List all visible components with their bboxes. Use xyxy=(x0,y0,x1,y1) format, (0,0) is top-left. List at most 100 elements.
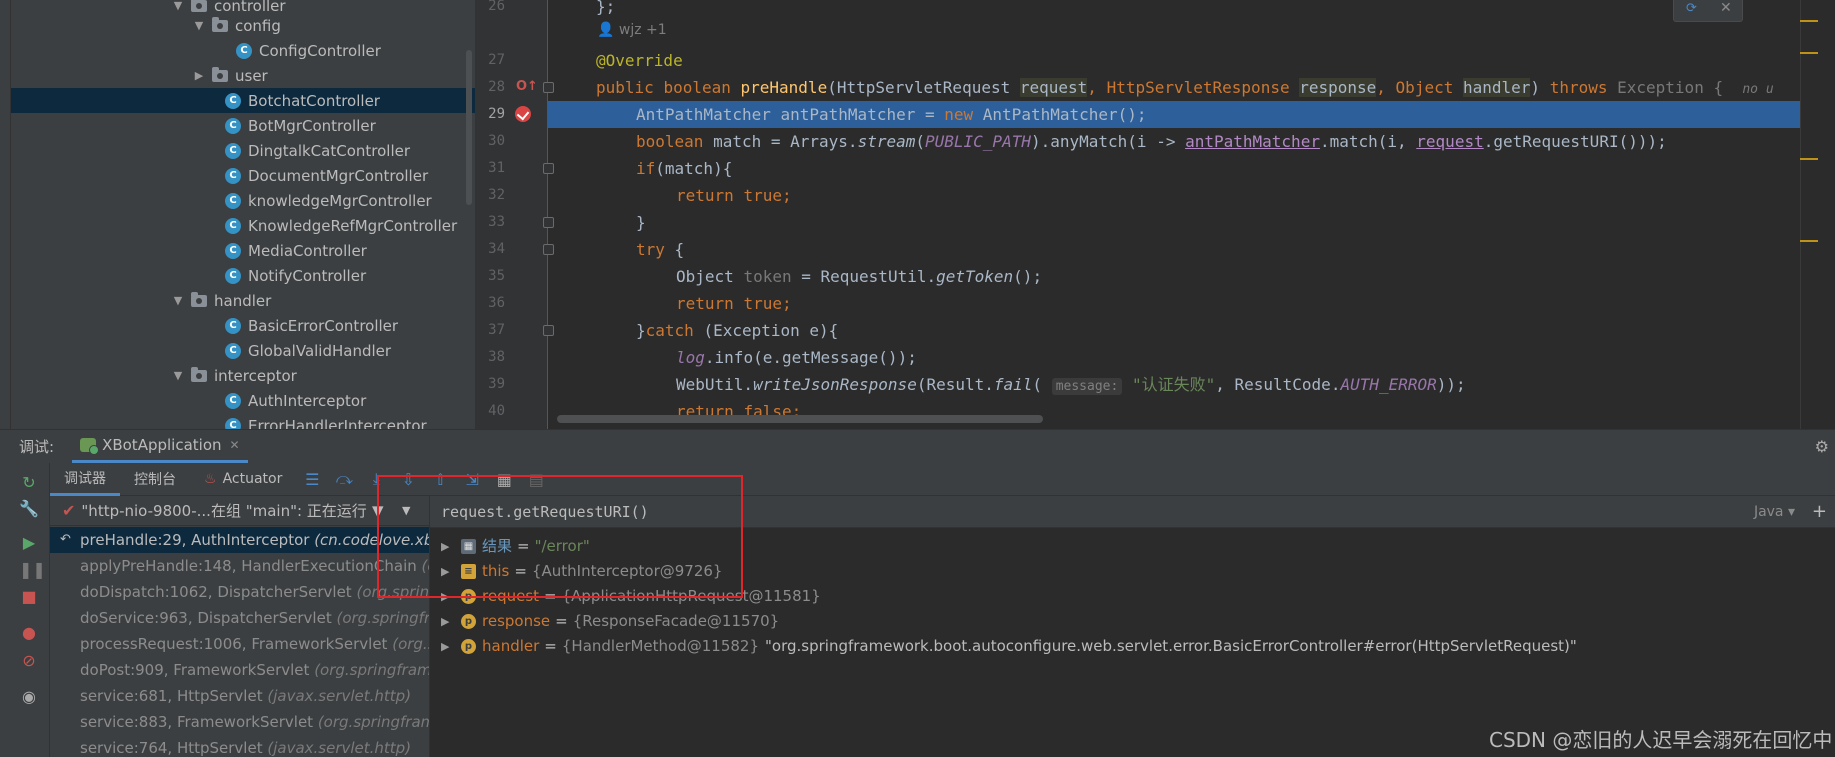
tree-item-knowledgerefmgrcontroller[interactable]: C KnowledgeRefMgrController xyxy=(11,213,475,238)
tree-item-dingtalkcatcontroller[interactable]: C DingtalkCatController xyxy=(11,138,475,163)
rerun-icon[interactable]: ↻ xyxy=(19,473,39,493)
override-marker-icon[interactable]: O↑ xyxy=(516,79,538,94)
tab-actuator[interactable]: ♨ Actuator xyxy=(190,463,296,496)
stack-frame[interactable]: applyPreHandle:148, HandlerExecutionChai… xyxy=(50,553,429,579)
warning-marker[interactable] xyxy=(1800,52,1818,54)
gear-icon[interactable]: ⚙ xyxy=(1815,437,1829,456)
tree-item-label: knowledgeMgrController xyxy=(248,191,432,210)
code-text: , Object xyxy=(1376,78,1463,97)
code-text: .info(e.getMessage()); xyxy=(704,348,917,367)
tree-scrollbar[interactable] xyxy=(466,50,472,205)
mute-breakpoints-icon[interactable]: ⊘ xyxy=(19,651,39,671)
code-text: Exception { xyxy=(1617,78,1724,97)
tree-item-documentmgrcontroller[interactable]: C DocumentMgrController xyxy=(11,163,475,188)
project-tree-panel: ▼ controller ▼ config C ConfigController… xyxy=(0,0,475,429)
resume-icon[interactable]: ▶ xyxy=(19,533,39,553)
breakpoint-icon[interactable] xyxy=(515,106,531,122)
code-text: return xyxy=(676,294,744,313)
line-number: 32 xyxy=(488,187,505,203)
code-text: boolean xyxy=(636,132,714,151)
chevron-right-icon[interactable]: ▶ xyxy=(441,634,453,659)
stack-frame[interactable]: doService:963, DispatcherServlet (org.sp… xyxy=(50,605,430,631)
code-text: AntPathMatcher antPathMatcher = xyxy=(636,105,945,124)
tree-item-globalvalidhandler[interactable]: C GlobalValidHandler xyxy=(11,338,475,363)
close-icon[interactable]: ✕ xyxy=(1720,0,1732,16)
stack-frame[interactable]: service:883, FrameworkServlet (org.sprin… xyxy=(50,709,429,735)
tree-item-configcontroller[interactable]: C ConfigController xyxy=(11,38,475,63)
folder-icon xyxy=(212,66,228,82)
code-line-37: }catch (Exception e){ xyxy=(548,317,1800,344)
warning-marker[interactable] xyxy=(1800,158,1818,160)
code-text: antPathMatcher xyxy=(1185,132,1320,151)
class-icon: C xyxy=(225,192,241,209)
wrench-icon[interactable]: 🔧 xyxy=(19,499,39,519)
frame-package: (org.springfra xyxy=(336,609,430,627)
tree-item-label: DocumentMgrController xyxy=(248,166,429,185)
variable-row-handler[interactable]: ▶ p handler = {HandlerMethod@11582} "org… xyxy=(430,634,1835,659)
tree-item-label: DingtalkCatController xyxy=(248,141,411,160)
tree-item-interceptor[interactable]: ▼ interceptor xyxy=(11,363,475,388)
stack-frame[interactable]: doPost:909, FrameworkServlet (org.spring… xyxy=(50,657,429,683)
code-text: AntPathMatcher(); xyxy=(982,105,1147,124)
add-watch-button[interactable]: + xyxy=(1812,501,1827,522)
close-icon[interactable]: ✕ xyxy=(230,438,240,452)
step-over-icon[interactable]: ⤼ xyxy=(334,469,354,489)
tab-debugger[interactable]: 调试器 xyxy=(50,463,120,496)
variable-row-response[interactable]: ▶ p response = {ResponseFacade@11570} xyxy=(430,609,1835,634)
stack-frame[interactable]: doDispatch:1062, DispatcherServlet (org.… xyxy=(50,579,429,605)
tree-item-basicerrorcontroller[interactable]: C BasicErrorController xyxy=(11,313,475,338)
stack-frame[interactable]: ↶ preHandle:29, AuthInterceptor (cn.codel… xyxy=(50,527,429,553)
code-text: { xyxy=(674,240,685,259)
tree-item-errorhandlerinterceptor[interactable]: C ErrorHandlerInterceptor xyxy=(11,413,475,429)
stack-frame[interactable]: service:681, HttpServlet (javax.servlet.… xyxy=(50,683,429,709)
code-line-34: try { xyxy=(548,236,1800,263)
chevron-down-icon[interactable]: ▼ xyxy=(171,369,185,382)
tree-item-notifycontroller[interactable]: C NotifyController xyxy=(11,263,475,288)
tree-item-label: KnowledgeRefMgrController xyxy=(248,216,458,235)
code-text: true; xyxy=(743,294,792,313)
tree-item-authinterceptor[interactable]: C AuthInterceptor xyxy=(11,388,475,413)
chevron-down-icon[interactable]: ▼ xyxy=(192,19,206,32)
reader-mode-icon[interactable]: ⟳ xyxy=(1686,1,1697,16)
tree-item-handler[interactable]: ▼ handler xyxy=(11,288,475,313)
frame-method: service:764, HttpServlet xyxy=(80,739,268,757)
camera-icon[interactable]: ◉ xyxy=(19,687,39,707)
stack-frame[interactable]: service:764, HttpServlet (javax.servlet.… xyxy=(50,735,429,757)
inspection-widget[interactable]: ⟳ ✕ xyxy=(1673,0,1743,22)
thread-label: "http-nio-9800-...在组 "main": 正在运行 xyxy=(81,502,367,520)
stack-frame[interactable]: processRequest:1006, FrameworkServlet (o… xyxy=(50,631,429,657)
code-text: (Exception e){ xyxy=(703,321,839,340)
tree-item-config[interactable]: ▼ config xyxy=(11,13,475,38)
chevron-down-icon[interactable]: ▼ xyxy=(171,294,185,307)
tree-item-knowledgemgrcontroller[interactable]: C knowledgeMgrController xyxy=(11,188,475,213)
tree-item-botchatcontroller[interactable]: C BotchatController xyxy=(11,88,475,113)
chevron-down-icon[interactable]: ▼ xyxy=(171,0,185,12)
pause-icon[interactable]: ❚❚ xyxy=(19,560,46,580)
author-hint: 👤 wjz +1 xyxy=(597,22,667,38)
chevron-right-icon[interactable]: ▶ xyxy=(192,69,206,82)
frame-method: doService:963, DispatcherServlet xyxy=(80,609,337,627)
stop-icon[interactable]: ■ xyxy=(19,587,39,607)
code-text: , HttpServletResponse xyxy=(1087,78,1300,97)
code-text: WebUtil. xyxy=(676,375,754,394)
thread-selector[interactable]: ✔ "http-nio-9800-...在组 "main": 正在运行 ▼ ▼ xyxy=(50,496,429,526)
line-number: 31 xyxy=(488,160,505,176)
code-text: (); xyxy=(1013,267,1043,286)
code-text: } xyxy=(636,321,646,340)
warning-marker[interactable] xyxy=(1800,240,1818,242)
language-selector[interactable]: Java ▾ xyxy=(1754,504,1795,520)
tree-item-user[interactable]: ▶ user xyxy=(11,63,475,88)
warning-marker[interactable] xyxy=(1800,20,1818,22)
view-breakpoints-icon[interactable]: ● xyxy=(19,623,39,643)
editor-horizontal-scrollbar[interactable] xyxy=(557,415,1043,423)
code-text: boolean xyxy=(663,78,741,97)
variable-to-string: "org.springframework.boot.autoconfigure.… xyxy=(765,637,1577,655)
code-text: return xyxy=(676,186,744,205)
menu-icon[interactable]: ☰ xyxy=(302,469,322,489)
tab-console[interactable]: 控制台 xyxy=(120,463,190,496)
run-config-tab[interactable]: XBotApplication ✕ xyxy=(72,430,248,463)
tree-item-botmgrcontroller[interactable]: C BotMgrController xyxy=(11,113,475,138)
variable-value: {ResponseFacade@11570} xyxy=(572,612,780,630)
chevron-right-icon[interactable]: ▶ xyxy=(441,609,453,634)
tree-item-mediacontroller[interactable]: C MediaController xyxy=(11,238,475,263)
